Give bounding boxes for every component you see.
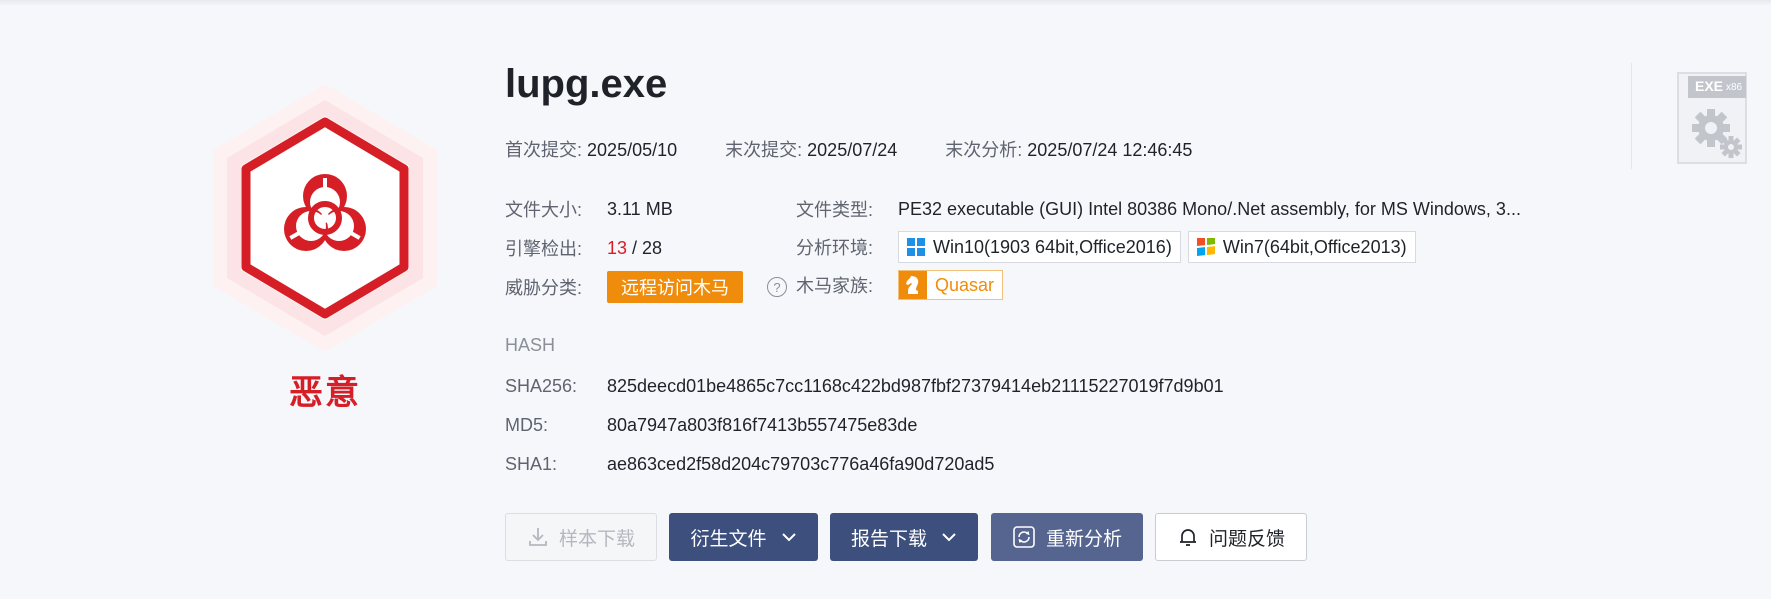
help-icon[interactable]: ?: [767, 277, 787, 297]
submission-dates: 首次提交: 2025/05/10 末次提交: 2025/07/24 末次分析: …: [505, 136, 1240, 162]
file-size-row: 文件大小: 3.11 MB: [505, 196, 673, 222]
chess-knight-icon: [899, 271, 927, 299]
trojan-family-row: 木马家族: Quasar: [796, 270, 1004, 300]
last-analysis-value: 2025/07/24 12:46:45: [1027, 140, 1193, 160]
env-tag-win7[interactable]: Win7(64bit,Office2013): [1187, 231, 1416, 263]
last-submit: 末次提交: 2025/07/24: [725, 136, 897, 162]
exe-type-badge: EXE: [1695, 78, 1724, 94]
download-icon: [529, 528, 547, 546]
refresh-icon: [1013, 526, 1035, 548]
env-win7-name: Win7(64bit,Office2013): [1222, 236, 1407, 257]
engine-separator: /: [627, 237, 643, 258]
env-tag-win10[interactable]: Win10(1903 64bit,Office2016): [898, 231, 1181, 263]
report-download-button[interactable]: 报告下载: [830, 513, 978, 561]
last-submit-label: 末次提交:: [725, 140, 803, 160]
md5-value[interactable]: 80a7947a803f816f7413b557475e83de: [607, 415, 917, 436]
windows7-icon: [1196, 238, 1215, 256]
engine-detection-label: 引擎检出:: [505, 239, 583, 259]
sha256-label: SHA256:: [505, 376, 578, 396]
arch-badge: x86: [1726, 82, 1743, 93]
threat-category-label: 威胁分类:: [505, 278, 583, 298]
first-submit-value: 2025/05/10: [587, 140, 678, 160]
threat-category-tag[interactable]: 远程访问木马: [607, 271, 743, 303]
sha256-value[interactable]: 825deecd01be4865c7cc1168c422bd987fbf2737…: [607, 376, 1224, 397]
threat-category-row: 威胁分类: 远程访问木马 ?: [505, 271, 787, 303]
download-sample-label: 样本下载: [558, 528, 635, 550]
top-bar: [0, 0, 1771, 6]
derived-files-button[interactable]: 衍生文件: [669, 513, 818, 561]
file-size-value: 3.11 MB: [607, 198, 673, 219]
analysis-env-label: 分析环境:: [796, 238, 874, 258]
verdict-badge: [205, 80, 445, 360]
engine-total: 28: [642, 237, 663, 258]
verdict-label: 恶意: [289, 374, 361, 412]
windows10-icon: [907, 238, 925, 256]
file-type-value: PE32 executable (GUI) Intel 80386 Mono/.…: [898, 198, 1521, 219]
file-type-row: 文件类型: PE32 executable (GUI) Intel 80386 …: [796, 196, 1521, 222]
file-type-label: 文件类型:: [796, 200, 874, 220]
derived-files-label: 衍生文件: [690, 528, 767, 550]
download-sample-button[interactable]: 样本下载: [505, 513, 657, 561]
file-name-title: lupg.exe: [505, 62, 668, 106]
trojan-family-tag[interactable]: Quasar: [898, 270, 1004, 300]
last-analysis-label: 末次分析:: [945, 140, 1023, 160]
report-download-label: 报告下载: [850, 528, 927, 550]
bell-icon: [1179, 529, 1196, 546]
first-submit-label: 首次提交:: [505, 140, 583, 160]
engine-hits: 13: [607, 237, 628, 258]
reanalyze-button[interactable]: 重新分析: [991, 513, 1143, 561]
md5-row: MD5: 80a7947a803f816f7413b557475e83de: [505, 415, 917, 436]
file-size-label: 文件大小:: [505, 200, 583, 220]
engine-detection-row: 引擎检出: 13 / 28: [505, 235, 662, 261]
env-win10-name: Win10(1903 64bit,Office2016): [933, 236, 1172, 257]
trojan-family-name: Quasar: [935, 274, 995, 295]
hash-section-title: HASH: [505, 335, 556, 355]
exe-file-icon: EXE x86: [1675, 72, 1749, 169]
gear-small-icon: [1720, 136, 1742, 158]
trojan-family-label: 木马家族:: [796, 276, 874, 296]
chevron-down-icon: [781, 533, 796, 542]
sha1-row: SHA1: ae863ced2f58d204c79703c776a46fa90d…: [505, 454, 994, 475]
sha1-value[interactable]: ae863ced2f58d204c79703c776a46fa90d720ad5: [607, 454, 994, 475]
hexagon-badge-icon: [213, 84, 437, 352]
chevron-down-icon: [942, 533, 956, 542]
feedback-button[interactable]: 问题反馈: [1155, 513, 1307, 561]
first-submit: 首次提交: 2025/05/10: [505, 136, 677, 162]
sha1-label: SHA1:: [505, 454, 558, 474]
feedback-label: 问题反馈: [1208, 528, 1285, 550]
divider: [1631, 63, 1632, 169]
last-analysis: 末次分析: 2025/07/24 12:46:45: [945, 136, 1192, 162]
sha256-row: SHA256: 825deecd01be4865c7cc1168c422bd98…: [505, 376, 1224, 397]
analysis-env-row: 分析环境: Win10(1903 64bit,Office2016) Win7(…: [796, 231, 1423, 263]
reanalyze-label: 重新分析: [1045, 528, 1122, 550]
md5-label: MD5:: [505, 415, 549, 435]
last-submit-value: 2025/07/24: [807, 140, 898, 160]
